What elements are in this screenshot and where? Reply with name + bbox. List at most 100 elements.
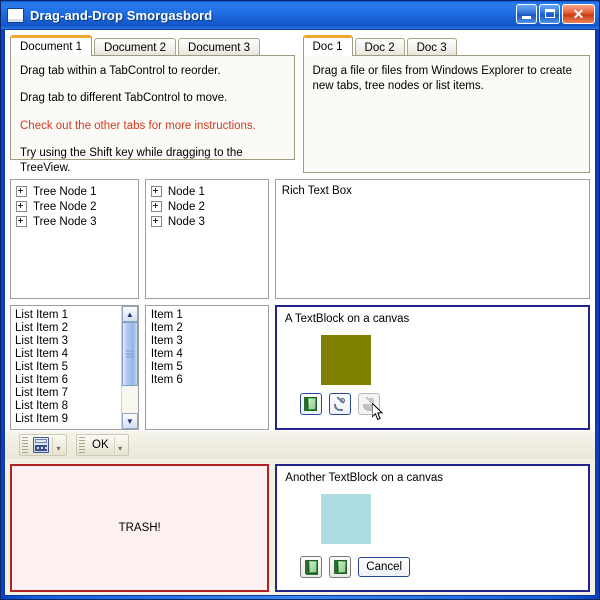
expand-icon[interactable] <box>16 216 27 227</box>
right-tab-body: Drag a file or files from Windows Explor… <box>302 55 590 173</box>
expand-icon[interactable] <box>150 186 162 197</box>
book-icon <box>333 560 347 574</box>
trash-label: TRASH! <box>118 522 161 534</box>
tree-node[interactable]: Tree Node 2 <box>11 199 138 214</box>
calculator-icon[interactable] <box>33 437 49 453</box>
tree-node[interactable]: Tree Node 3 <box>11 214 138 229</box>
book-button[interactable] <box>299 393 322 415</box>
close-button[interactable]: ✕ <box>562 4 595 24</box>
book-stack-icon <box>304 560 318 575</box>
scroll-down-icon[interactable]: ▼ <box>121 413 138 429</box>
ok-button[interactable]: OK <box>87 439 114 451</box>
list-item[interactable]: List Item 7 <box>15 387 121 400</box>
list-item[interactable]: List Item 8 <box>15 400 121 413</box>
listbox-1-items: List Item 1 List Item 2 List Item 3 List… <box>11 306 121 429</box>
expand-icon[interactable] <box>16 201 27 212</box>
tree-node[interactable]: Node 1 <box>146 184 268 199</box>
pen-disabled-button <box>357 393 380 415</box>
client-area: Document 1 Document 2 Document 3 Drag ta… <box>4 29 596 596</box>
toolbar: ▾ OK ▾ <box>5 430 595 459</box>
canvas-top-label: A TextBlock on a canvas <box>284 313 410 325</box>
toolbar-overflow-icon[interactable]: ▾ <box>52 436 64 454</box>
tab-doc-1[interactable]: Doc 1 <box>302 35 353 56</box>
toolbar-gripper-icon[interactable] <box>79 437 85 453</box>
list-item[interactable]: List Item 4 <box>15 348 121 361</box>
tree-node[interactable]: Node 3 <box>146 214 268 229</box>
trash-drop-target[interactable]: TRASH! <box>10 464 270 592</box>
tree-node-label: Tree Node 3 <box>33 215 97 228</box>
scrollbar-track[interactable] <box>121 322 138 413</box>
minimize-icon <box>522 16 531 19</box>
tab-document-1[interactable]: Document 1 <box>10 35 93 56</box>
toolbar-overflow-icon[interactable]: ▾ <box>113 436 126 454</box>
list-item[interactable]: List Item 3 <box>15 335 121 348</box>
tree-node-label: Node 3 <box>167 215 205 228</box>
list-item[interactable]: Item 3 <box>151 335 268 348</box>
listbox-1-wrap: List Item 1 List Item 2 List Item 3 List… <box>11 306 138 429</box>
canvas-top-buttons <box>299 393 380 415</box>
treeview-2[interactable]: Node 1 Node 2 Node 3 <box>144 179 269 299</box>
calculator-toolgroup[interactable]: ▾ <box>19 434 67 456</box>
instruction-line-4: Try using the Shift key while dragging t… <box>20 147 243 174</box>
book-icon <box>304 397 318 411</box>
tree-node-label: Tree Node 2 <box>33 200 97 213</box>
book-button[interactable] <box>329 556 352 578</box>
list-item[interactable]: Item 6 <box>151 374 268 387</box>
listbox-2[interactable]: Item 1 Item 2 Item 3 Item 4 Item 5 Item … <box>144 305 269 430</box>
window-icon <box>7 7 24 23</box>
maximize-icon <box>545 9 555 18</box>
tree-node-label: Node 2 <box>167 200 205 213</box>
left-tab-body: Drag tab within a TabControl to reorder.… <box>10 55 295 174</box>
tabcontrols-row: Document 1 Document 2 Document 3 Drag ta… <box>10 35 590 174</box>
list-item[interactable]: Item 4 <box>151 348 268 361</box>
scroll-up-icon[interactable]: ▲ <box>121 306 138 322</box>
list-item[interactable]: Item 1 <box>151 309 268 322</box>
main-pane: Document 1 Document 2 Document 3 Drag ta… <box>5 30 595 430</box>
canvas-bottom-label: Another TextBlock on a canvas <box>285 472 443 484</box>
list-item[interactable]: List Item 5 <box>15 361 121 374</box>
tree-node-label: Tree Node 1 <box>33 185 97 198</box>
treeview-1[interactable]: Tree Node 1 Tree Node 2 Tree Node 3 <box>10 179 139 299</box>
scrollbar-thumb[interactable] <box>121 322 138 386</box>
olive-square[interactable] <box>320 335 371 385</box>
title-bar[interactable]: Drag-and-Drop Smorgasbord ✕ <box>1 1 599 29</box>
minimize-button[interactable] <box>516 4 537 24</box>
tree-node-label: Node 1 <box>167 185 205 198</box>
toolbar-gripper-icon[interactable] <box>22 437 28 453</box>
list-item[interactable]: Item 5 <box>151 361 268 374</box>
tree-row: Tree Node 1 Tree Node 2 Tree Node 3 Node <box>10 179 590 299</box>
window-title: Drag-and-Drop Smorgasbord <box>30 7 213 23</box>
left-tabstrip: Document 1 Document 2 Document 3 <box>10 35 295 57</box>
canvas-top[interactable]: A TextBlock on a canvas <box>274 305 591 430</box>
caption-buttons: ✕ <box>516 4 595 24</box>
right-tabcontrol: Doc 1 Doc 2 Doc 3 Drag a file or files f… <box>302 35 590 174</box>
list-item[interactable]: List Item 9 <box>15 413 121 426</box>
lightblue-square[interactable] <box>321 494 372 544</box>
application-window: Drag-and-Drop Smorgasbord ✕ Document 1 D… <box>0 0 600 600</box>
pen-button[interactable] <box>328 393 351 415</box>
tree-node[interactable]: Node 2 <box>146 199 268 214</box>
pen-icon <box>333 396 347 411</box>
bottom-row: TRASH! Another TextBlock on a canvas Can… <box>5 459 595 595</box>
canvas-bottom-buttons: Cancel <box>300 556 411 578</box>
list-item[interactable]: List Item 6 <box>15 374 121 387</box>
tree-node[interactable]: Tree Node 1 <box>11 184 138 199</box>
instruction-line-2: Drag tab to different TabControl to move… <box>20 92 228 105</box>
rich-text-box[interactable]: Rich Text Box <box>274 179 590 299</box>
canvas-bottom[interactable]: Another TextBlock on a canvas Cancel <box>275 464 590 592</box>
expand-icon[interactable] <box>16 186 27 197</box>
instruction-line-1: Drag tab within a TabControl to reorder. <box>20 65 221 77</box>
maximize-button[interactable] <box>539 4 560 24</box>
listbox-1[interactable]: List Item 1 List Item 2 List Item 3 List… <box>10 305 139 430</box>
cancel-button[interactable]: Cancel <box>358 557 411 577</box>
list-item[interactable]: List Item 1 <box>15 309 121 322</box>
listbox-1-scrollbar[interactable]: ▲ ▼ <box>120 306 138 429</box>
ok-toolgroup[interactable]: OK ▾ <box>76 434 129 456</box>
scrollbar-grip-icon <box>125 350 134 358</box>
list-item[interactable]: Item 2 <box>151 322 268 335</box>
list-item[interactable]: List Item 2 <box>15 322 121 335</box>
expand-icon[interactable] <box>150 216 162 227</box>
expand-icon[interactable] <box>150 201 162 212</box>
left-tabcontrol: Document 1 Document 2 Document 3 Drag ta… <box>10 35 295 174</box>
book-stack-button[interactable] <box>300 556 323 578</box>
